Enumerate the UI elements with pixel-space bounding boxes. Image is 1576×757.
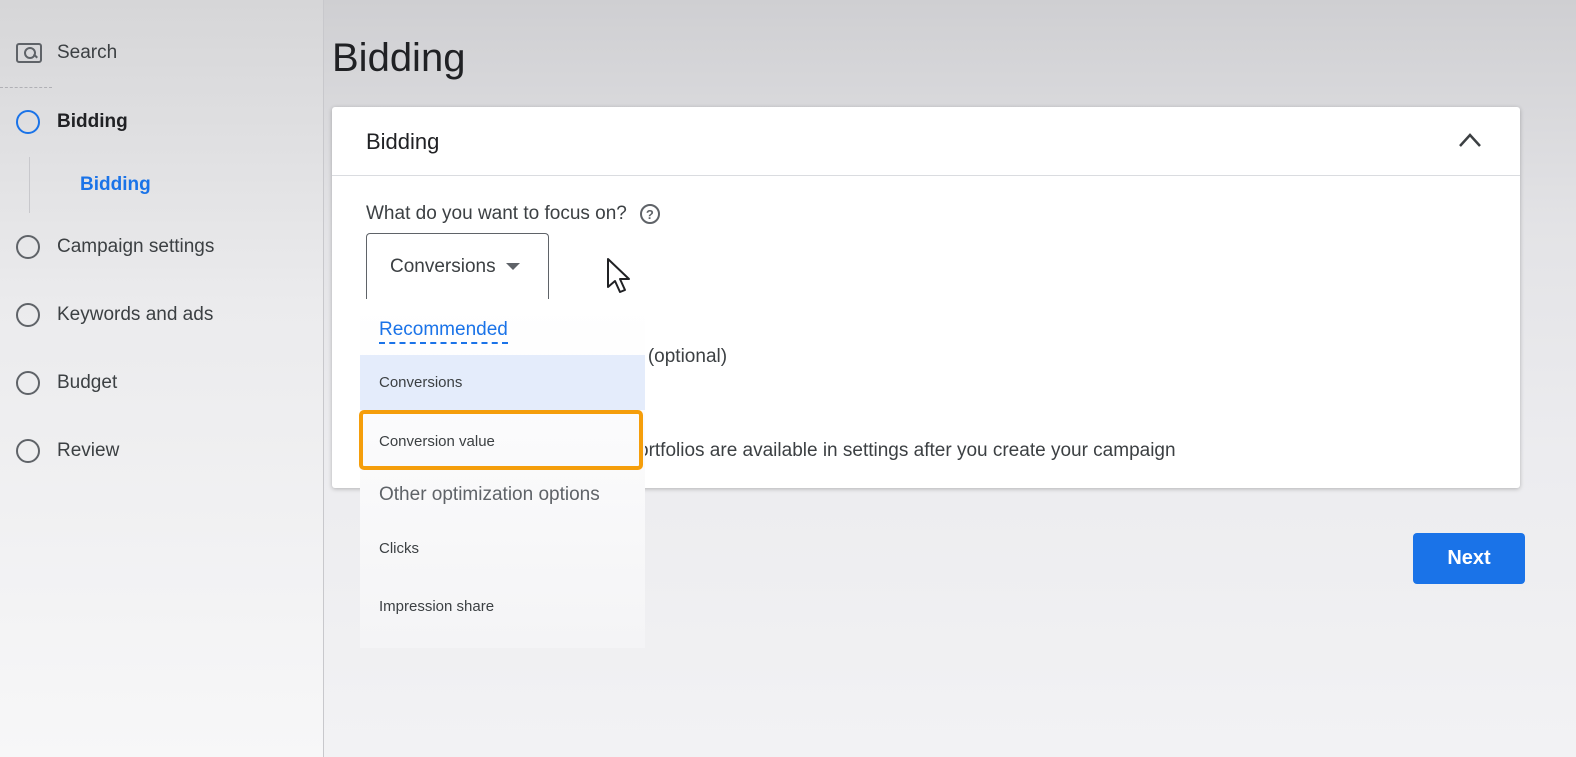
sidebar-item-search[interactable]: Search (16, 42, 117, 64)
card-header[interactable]: Bidding (332, 107, 1520, 176)
search-icon (16, 43, 42, 63)
focus-select[interactable]: Conversions (366, 233, 549, 299)
step-circle-icon (16, 371, 40, 395)
focus-question-label: What do you want to focus on? (366, 203, 627, 224)
sidebar-item-label: Bidding (57, 111, 128, 132)
sidebar-item-label: Budget (57, 372, 118, 393)
sidebar-item-label: Keywords and ads (57, 304, 214, 325)
sidebar-item-label: Campaign settings (57, 236, 215, 257)
portfolio-info-text: ortfolios are available in settings afte… (638, 440, 1176, 461)
optional-label: n (optional) (632, 346, 728, 367)
focus-dropdown-menu: Recommended Conversions Conversion value… (360, 307, 645, 648)
step-circle-icon (16, 110, 40, 134)
option-clicks[interactable]: Clicks (360, 521, 645, 576)
step-circle-icon (16, 439, 40, 463)
sidebar-item-bidding[interactable]: Bidding (16, 110, 128, 134)
other-options-heading: Other optimization options (379, 484, 600, 505)
focus-select-value: Conversions (390, 255, 496, 277)
sidebar-subitem-bidding[interactable]: Bidding (80, 174, 151, 196)
option-impression-share[interactable]: Impression share (360, 579, 645, 634)
recommended-label[interactable]: Recommended (379, 319, 508, 344)
sidebar-item-keywords-and-ads[interactable]: Keywords and ads (16, 303, 213, 327)
step-circle-icon (16, 303, 40, 327)
sidebar: Search Bidding Bidding Campaign settings… (0, 0, 324, 757)
focus-question: What do you want to focus on? ? (366, 203, 660, 225)
chevron-up-icon[interactable] (1458, 131, 1482, 149)
divider (29, 157, 30, 213)
page-title: Bidding (332, 36, 466, 80)
option-conversion-value[interactable]: Conversion value (360, 414, 645, 469)
help-icon[interactable]: ? (639, 204, 660, 224)
sidebar-item-review[interactable]: Review (16, 439, 119, 463)
sidebar-item-label: Review (57, 440, 120, 461)
option-conversions[interactable]: Conversions (360, 355, 645, 410)
next-button[interactable]: Next (1413, 533, 1525, 584)
sidebar-item-label: Search (57, 42, 118, 63)
mouse-pointer-icon (607, 258, 630, 293)
card-title: Bidding (366, 129, 440, 154)
sidebar-item-budget[interactable]: Budget (16, 371, 117, 395)
sidebar-item-campaign-settings[interactable]: Campaign settings (16, 235, 214, 259)
divider (0, 87, 52, 88)
step-circle-icon (16, 235, 40, 259)
caret-down-icon (505, 263, 520, 270)
